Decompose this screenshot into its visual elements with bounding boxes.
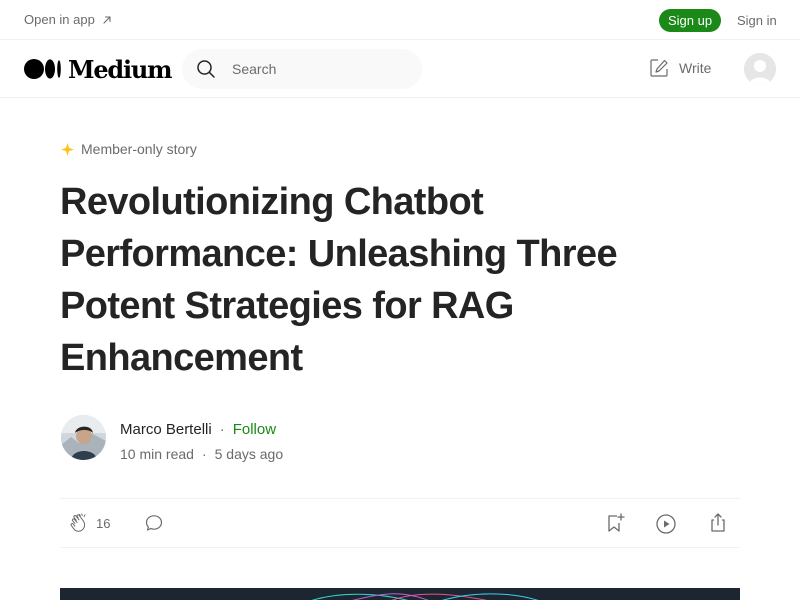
play-icon[interactable]: [655, 513, 677, 535]
share-icon[interactable]: [707, 512, 729, 534]
read-time: 10 min read: [120, 446, 194, 462]
user-avatar-button[interactable]: [744, 53, 776, 85]
article-action-bar: 16: [60, 498, 740, 548]
star-icon: [60, 142, 75, 156]
medium-logo-icon: [24, 59, 61, 79]
medium-logo[interactable]: Medium: [24, 54, 173, 84]
member-only-badge: Member-only story: [60, 141, 197, 157]
arrow-up-right-icon: [103, 15, 111, 24]
article-hero-image: [60, 588, 740, 600]
article-title: Revolutionizing Chatbot Performance: Unl…: [60, 181, 618, 379]
separator-dot: ·: [219, 421, 225, 438]
search-icon: [197, 60, 215, 78]
search-box[interactable]: [182, 49, 422, 89]
open-in-app-label: Open in app: [24, 12, 95, 27]
logo-wordmark: Medium: [68, 54, 173, 84]
sign-in-link[interactable]: Sign in: [737, 13, 777, 28]
search-input[interactable]: [230, 60, 404, 78]
write-icon: [650, 59, 668, 77]
top-banner: Open in app Sign up Sign in: [0, 0, 800, 40]
site-header: Medium Write: [0, 40, 800, 98]
clap-count: 16: [96, 515, 111, 531]
author-photo-icon: [61, 415, 106, 460]
author-name[interactable]: Marco Bertelli: [120, 421, 212, 438]
author-avatar[interactable]: [61, 415, 106, 460]
user-avatar-icon: [744, 53, 776, 85]
bookmark-add-icon[interactable]: [604, 512, 626, 534]
write-label: Write: [679, 60, 712, 76]
separator-dot: ·: [201, 446, 207, 462]
open-in-app-link[interactable]: Open in app: [24, 12, 113, 27]
publish-date: 5 days ago: [214, 446, 284, 462]
author-line: Marco Bertelli · Follow: [120, 421, 276, 438]
comment-icon[interactable]: [144, 513, 164, 533]
follow-button[interactable]: Follow: [233, 421, 276, 438]
hero-image-graphic: [60, 589, 740, 600]
sign-up-button[interactable]: Sign up: [659, 9, 721, 32]
clap-button[interactable]: 16: [68, 512, 110, 534]
clap-icon: [70, 513, 86, 532]
write-button[interactable]: Write: [649, 58, 711, 78]
member-only-label: Member-only story: [81, 141, 197, 157]
article-meta: 10 min read · 5 days ago: [120, 446, 283, 462]
